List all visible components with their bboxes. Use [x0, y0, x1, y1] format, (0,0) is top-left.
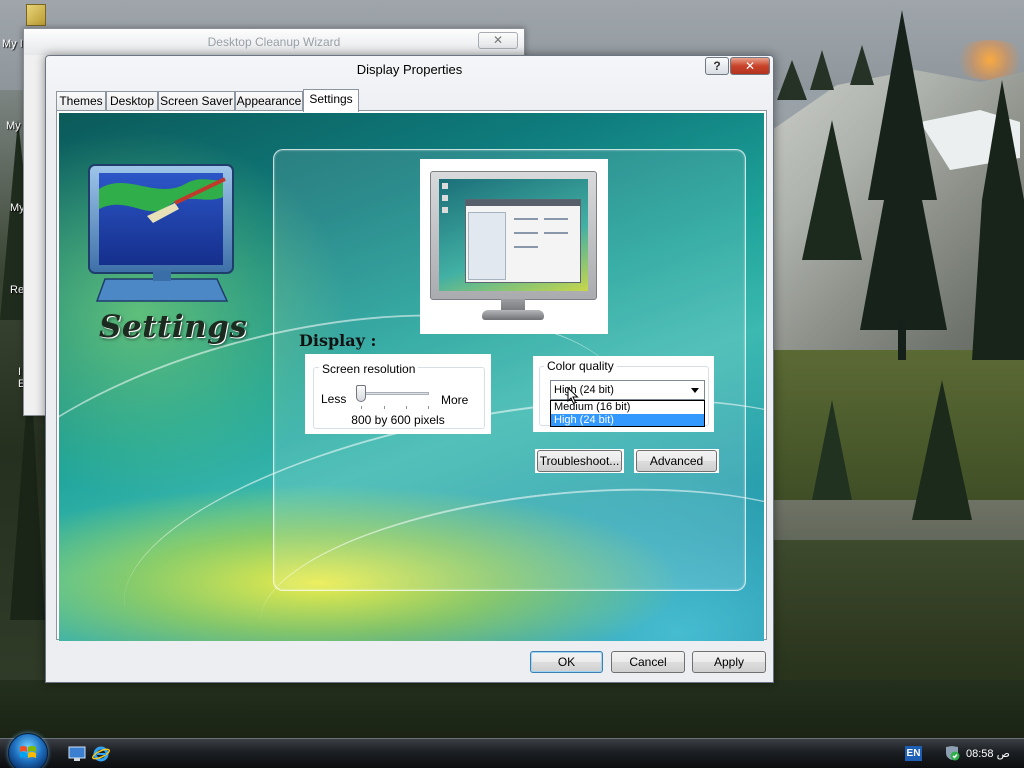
- color-quality-box: Color quality High (24 bit) Medium (16 b…: [533, 356, 714, 432]
- resolution-slider-thumb[interactable]: [356, 385, 366, 402]
- advanced-button[interactable]: Advanced: [636, 450, 717, 472]
- monitor-preview: [420, 159, 608, 334]
- resolution-slider-track[interactable]: [359, 392, 429, 395]
- tab-settings[interactable]: Settings: [303, 89, 359, 112]
- resolution-more-label: More: [441, 393, 469, 407]
- start-orb-icon[interactable]: [8, 733, 48, 768]
- preview-line: [514, 218, 538, 220]
- desktop-icon-label[interactable]: I: [18, 366, 21, 378]
- color-quality-selected: High (24 bit): [554, 384, 614, 396]
- preview-window-titlebar: [466, 200, 580, 206]
- tab-appearance[interactable]: Appearance: [235, 91, 303, 111]
- windows-flag-icon: [20, 746, 36, 758]
- resolution-value: 800 by 600 pixels: [351, 413, 445, 427]
- preview-desktop-icon: [442, 195, 448, 201]
- show-desktop-icon[interactable]: [68, 746, 86, 762]
- dialog-title: Display Properties: [356, 62, 463, 77]
- tab-desktop[interactable]: Desktop: [106, 91, 158, 111]
- slider-tick: [406, 406, 407, 409]
- desktop-icon-label[interactable]: Re: [10, 284, 24, 296]
- security-shield-icon[interactable]: [944, 745, 960, 761]
- slider-tick: [428, 406, 429, 409]
- preview-monitor-bezel: [430, 171, 597, 300]
- mouse-cursor-icon: [567, 387, 579, 405]
- wizard-title: Desktop Cleanup Wizard: [24, 29, 524, 55]
- clock[interactable]: ص 08:58: [966, 747, 1010, 760]
- ground: [0, 680, 1024, 738]
- wizard-close-button[interactable]: ✕: [478, 32, 518, 49]
- pine-trees: [777, 10, 1024, 520]
- internet-explorer-icon[interactable]: [92, 746, 110, 762]
- panel-background: Settings Display: Screen resolution Les…: [59, 113, 764, 641]
- taskbar: EN ص 08:58: [0, 733, 1024, 768]
- preview-line: [544, 232, 568, 234]
- preview-desktop-icon: [442, 183, 448, 189]
- preview-line: [544, 218, 568, 220]
- apply-button[interactable]: Apply: [692, 651, 766, 673]
- resolution-less-label: Less: [321, 392, 347, 406]
- preview-window-sidebar: [468, 212, 506, 280]
- display-properties-dialog: Display Properties ? ✕ Themes Desktop Sc…: [45, 55, 774, 683]
- color-quality-option-high[interactable]: High (24 bit): [551, 413, 704, 426]
- settings-tab-panel: Settings Display: Screen resolution Les…: [56, 110, 767, 641]
- screen-resolution-legend: Screen resolution: [319, 362, 419, 376]
- slider-tick: [384, 406, 385, 409]
- preview-desktop-icon: [442, 207, 448, 213]
- cancel-button[interactable]: Cancel: [611, 651, 685, 673]
- display-monitor-icon: [88, 164, 234, 302]
- dropdown-arrow-icon[interactable]: [691, 388, 699, 393]
- desktop-icon-label[interactable]: My I: [2, 38, 23, 50]
- ok-button[interactable]: OK: [530, 651, 603, 673]
- close-button[interactable]: ✕: [730, 57, 770, 75]
- preview-screen: [439, 179, 588, 291]
- tab-themes[interactable]: Themes: [56, 91, 106, 111]
- folder-icon[interactable]: [26, 4, 46, 26]
- troubleshoot-button[interactable]: Troubleshoot...: [537, 450, 622, 472]
- display-label: Display :: [299, 331, 377, 350]
- preview-monitor-base: [482, 310, 544, 320]
- color-quality-legend: Color quality: [544, 359, 617, 373]
- preview-line: [514, 232, 538, 234]
- preview-line: [514, 246, 538, 248]
- preview-window: [465, 199, 581, 283]
- language-indicator[interactable]: EN: [905, 746, 922, 761]
- desktop-icon-label[interactable]: My: [6, 120, 21, 132]
- tab-screen-saver[interactable]: Screen Saver: [158, 91, 235, 111]
- help-button[interactable]: ?: [705, 57, 729, 75]
- slider-tick: [361, 406, 362, 409]
- settings-heading: Settings: [99, 309, 248, 345]
- screen-resolution-box: Screen resolution Less More 800 by 600 p…: [305, 354, 491, 434]
